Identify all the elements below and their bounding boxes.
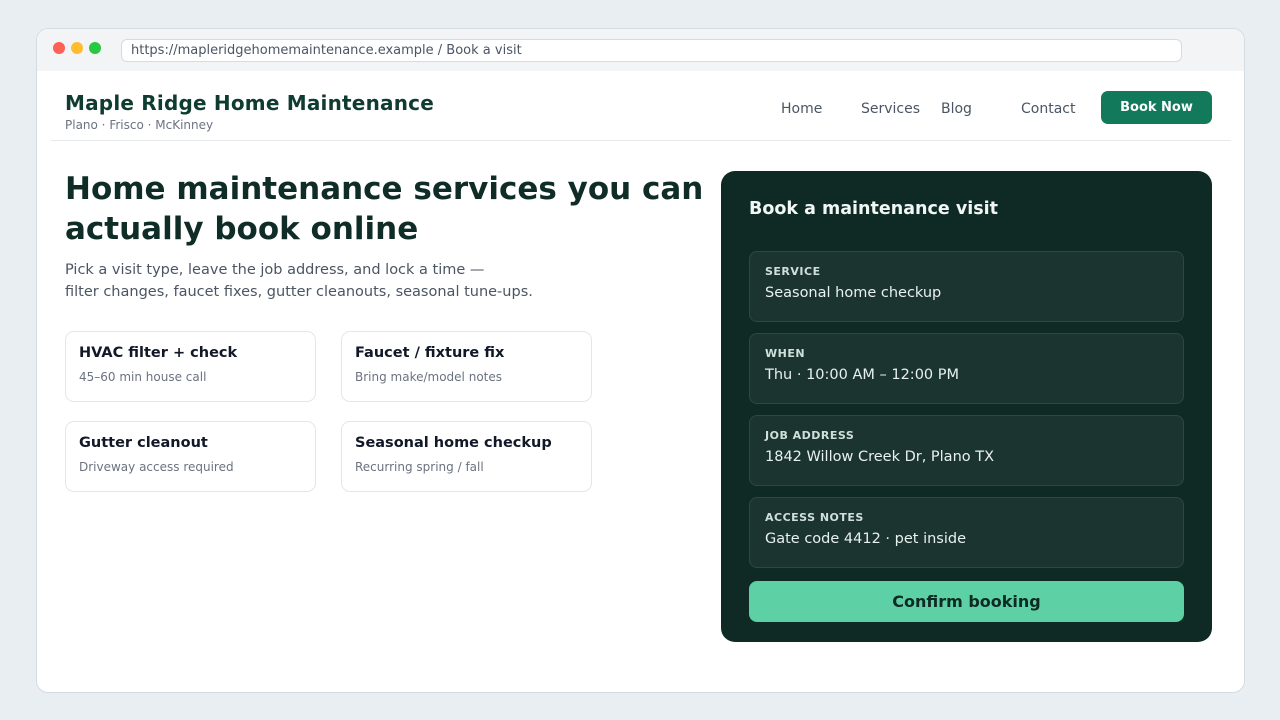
browser-chrome: https://mapleridgehomemaintenance.exampl… <box>37 29 1244 71</box>
nav-services[interactable]: Services <box>861 101 920 117</box>
brand-locations: Plano · Frisco · McKinney <box>65 118 214 132</box>
nav-contact[interactable]: Contact <box>1021 101 1075 117</box>
field-label: JOB ADDRESS <box>765 429 855 442</box>
hero-subtitle-line: filter changes, faucet fixes, gutter cle… <box>65 284 533 300</box>
service-card-hvac[interactable]: HVAC filter + check 45–60 min house call <box>65 331 316 402</box>
service-card-seasonal[interactable]: Seasonal home checkup Recurring spring /… <box>341 421 592 492</box>
service-field[interactable]: SERVICE Seasonal home checkup <box>749 251 1184 322</box>
close-window-icon[interactable] <box>53 42 65 54</box>
service-card-title: Seasonal home checkup <box>355 435 552 451</box>
maximize-window-icon[interactable] <box>89 42 101 54</box>
when-field[interactable]: WHEN Thu · 10:00 AM – 12:00 PM <box>749 333 1184 404</box>
book-now-button[interactable]: Book Now <box>1101 91 1212 124</box>
service-card-subtitle: Bring make/model notes <box>355 370 502 384</box>
booking-panel: Book a maintenance visit SERVICE Seasona… <box>721 171 1212 642</box>
field-value: Seasonal home checkup <box>765 285 942 301</box>
hero-subtitle-line: Pick a visit type, leave the job address… <box>65 262 485 278</box>
access-notes-field[interactable]: ACCESS NOTES Gate code 4412 · pet inside <box>749 497 1184 568</box>
field-value: Gate code 4412 · pet inside <box>765 531 966 547</box>
browser-window: https://mapleridgehomemaintenance.exampl… <box>36 28 1245 693</box>
hero-subtitle: Pick a visit type, leave the job address… <box>65 259 665 303</box>
address-bar[interactable]: https://mapleridgehomemaintenance.exampl… <box>121 39 1182 62</box>
field-label: SERVICE <box>765 265 821 278</box>
service-card-subtitle: 45–60 min house call <box>79 370 207 384</box>
service-card-title: Faucet / fixture fix <box>355 345 505 361</box>
field-value: 1842 Willow Creek Dr, Plano TX <box>765 449 995 465</box>
job-address-field[interactable]: JOB ADDRESS 1842 Willow Creek Dr, Plano … <box>749 415 1184 486</box>
nav-blog[interactable]: Blog <box>941 101 972 117</box>
service-card-gutter[interactable]: Gutter cleanout Driveway access required <box>65 421 316 492</box>
service-card-title: HVAC filter + check <box>79 345 238 361</box>
field-label: WHEN <box>765 347 806 360</box>
service-card-title: Gutter cleanout <box>79 435 208 451</box>
brand-name[interactable]: Maple Ridge Home Maintenance <box>65 91 434 115</box>
hero-title: Home maintenance services you can actual… <box>65 171 704 247</box>
field-label: ACCESS NOTES <box>765 511 864 524</box>
field-value: Thu · 10:00 AM – 12:00 PM <box>765 367 960 383</box>
service-card-subtitle: Recurring spring / fall <box>355 460 484 474</box>
service-card-faucet[interactable]: Faucet / fixture fix Bring make/model no… <box>341 331 592 402</box>
nav-home[interactable]: Home <box>781 101 822 117</box>
service-card-subtitle: Driveway access required <box>79 460 234 474</box>
site-header: Maple Ridge Home Maintenance Plano · Fri… <box>51 71 1231 141</box>
booking-title: Book a maintenance visit <box>749 199 998 219</box>
minimize-window-icon[interactable] <box>71 42 83 54</box>
confirm-booking-button[interactable]: Confirm booking <box>749 581 1184 622</box>
